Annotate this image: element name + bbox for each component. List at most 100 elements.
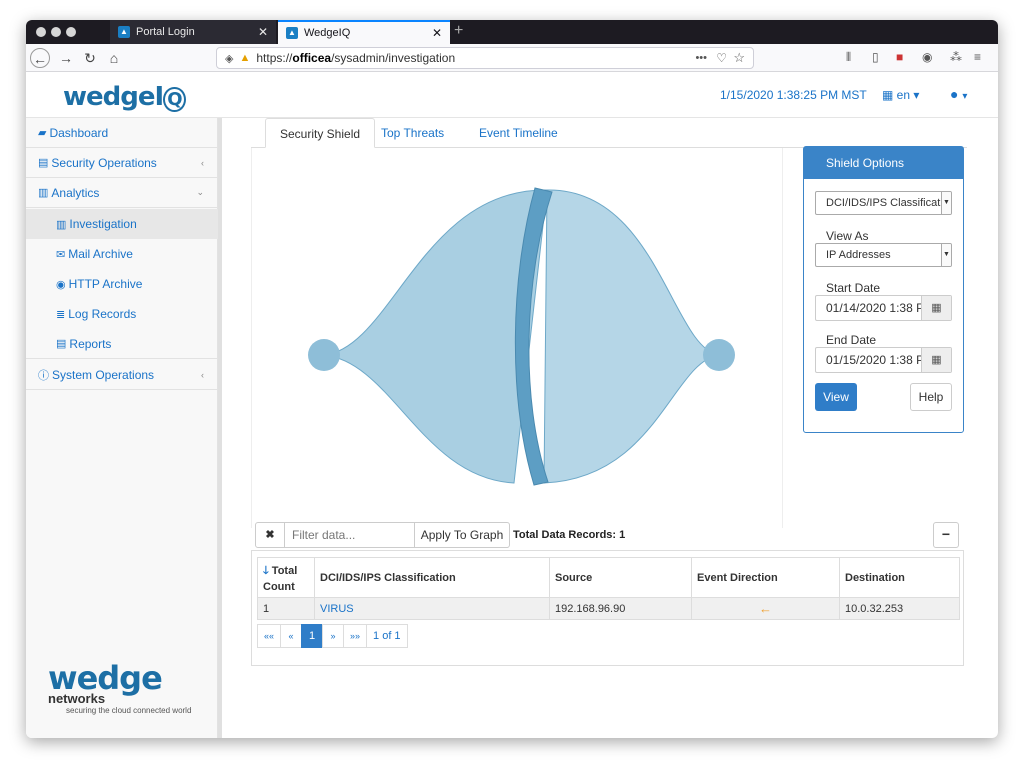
sidebar: ▰ Dashboard ▤ Security Operations ‹ ▥ An… [26, 118, 218, 738]
help-button[interactable]: Help [910, 383, 952, 411]
flow-right-body[interactable] [543, 189, 720, 484]
wedge-favicon: ▲ [286, 27, 298, 39]
close-tab-icon[interactable]: ✕ [432, 26, 442, 40]
page-info: 1 of 1 [366, 624, 408, 648]
tab-title: Portal Login [136, 26, 195, 38]
dropdown-arrow-icon: ▼ [941, 244, 951, 266]
url-text: https://officea/sysadmin/investigation [256, 51, 456, 65]
sidebar-item-investigation[interactable]: ▥ Investigation [26, 209, 218, 239]
sidebar-item-analytics[interactable]: ▥ Analytics ⌄ [26, 178, 218, 208]
clear-filter-button[interactable]: ✖ [255, 522, 285, 548]
url-bar[interactable]: ◈ ▲ https://officea/sysadmin/investigati… [216, 47, 754, 69]
tab-title: WedgeIQ [304, 27, 351, 39]
sidebar-item-http-archive[interactable]: ◉ HTTP Archive [26, 269, 218, 299]
chevron-down-icon: ⌄ [196, 187, 204, 197]
home-icon[interactable]: ⌂ [104, 48, 124, 68]
pdf-extension-icon[interactable]: ■ [896, 50, 903, 64]
info-icon: ⓘ [38, 369, 49, 382]
shield-options-title: Shield Options [804, 147, 963, 179]
tab-event-timeline[interactable]: Event Timeline [465, 118, 572, 148]
filter-input[interactable]: Filter data... [284, 522, 415, 548]
source-node[interactable] [308, 339, 340, 371]
last-page-button[interactable]: »» [343, 624, 368, 648]
cell-count: 1 [257, 597, 315, 620]
tab-top-threats[interactable]: Top Threats [367, 118, 458, 148]
cell-destination: 10.0.32.253 [839, 597, 960, 620]
maximize-window-icon[interactable] [66, 27, 76, 37]
extensions-icon[interactable]: ⁂ [950, 50, 962, 64]
sidebar-item-label: Dashboard [49, 125, 109, 140]
start-date-input[interactable]: 01/14/2020 1:38 P ▦ [815, 295, 952, 321]
sidebar-item-label: Security Operations [51, 155, 157, 170]
column-destination[interactable]: Destination [839, 557, 960, 598]
sidebar-item-mail-archive[interactable]: ✉ Mail Archive [26, 239, 218, 269]
view-as-select[interactable]: IP Addresses ▼ [815, 243, 952, 267]
dashboard-icon: ▰ [38, 127, 47, 139]
tab-security-shield[interactable]: Security Shield [265, 118, 376, 148]
calendar-icon[interactable]: ▦ [921, 296, 951, 320]
next-page-button[interactable]: » [322, 624, 345, 648]
report-icon: ▤ [56, 338, 67, 350]
end-date-input[interactable]: 01/15/2020 1:38 P ▦ [815, 347, 952, 373]
sidebar-item-system-operations[interactable]: ⓘ System Operations ‹ [26, 360, 218, 390]
sidebar-item-log-records[interactable]: ≣ Log Records [26, 299, 218, 329]
view-button[interactable]: View [815, 383, 857, 411]
language-selector[interactable]: ▦ en ▾ [882, 88, 919, 102]
sidebar-item-reports[interactable]: ▤ Reports [26, 329, 218, 359]
end-date-label: End Date [826, 333, 877, 347]
cell-classification-link[interactable]: VIRUS [314, 597, 550, 620]
browser-tab-wedgeiq[interactable]: ▲ WedgeIQ ✕ [278, 20, 450, 44]
page-actions-icon[interactable]: ••• [695, 52, 707, 64]
sidebar-scrollbar[interactable] [218, 118, 222, 738]
classification-select[interactable]: DCI/IDS/IPS Classification ▼ [815, 191, 952, 215]
shield-icon[interactable]: ◈ [225, 52, 233, 65]
view-as-label: View As [826, 229, 869, 243]
app-header: wedgeI Q 1/15/2020 1:38:25 PM MST ▦ en ▾ … [26, 72, 998, 118]
sidebar-item-label: Analytics [51, 185, 100, 200]
close-tab-icon[interactable]: ✕ [258, 25, 268, 39]
lock-warning-icon[interactable]: ▲ [239, 52, 250, 64]
sidebar-item-label: HTTP Archive [68, 277, 143, 291]
collapse-button[interactable]: − [933, 522, 959, 548]
sidebar-item-dashboard[interactable]: ▰ Dashboard [26, 118, 218, 148]
account-icon[interactable]: ◉ [922, 50, 932, 64]
sidebar-item-label: Log Records [68, 307, 137, 321]
user-menu[interactable]: ● ▾ [950, 86, 967, 102]
column-classification[interactable]: DCI/IDS/IPS Classification [314, 557, 550, 598]
menu-icon[interactable]: ≡ [974, 50, 981, 64]
destination-node[interactable] [703, 339, 735, 371]
total-records: Total Data Records: 1 [513, 529, 626, 541]
column-event-direction[interactable]: Event Direction [691, 557, 840, 598]
pocket-icon[interactable]: ♡ [716, 51, 727, 65]
database-icon: ≣ [56, 308, 66, 321]
reload-icon[interactable]: ↻ [80, 48, 100, 68]
close-window-icon[interactable] [36, 27, 46, 37]
forward-icon[interactable]: → [56, 48, 76, 68]
current-datetime: 1/15/2020 1:38:25 PM MST [720, 88, 867, 102]
first-page-button[interactable]: «« [257, 624, 282, 648]
chevron-left-icon: ‹ [201, 369, 204, 380]
column-source[interactable]: Source [549, 557, 692, 598]
sidebar-item-label: Reports [69, 336, 112, 351]
nav-bar: ← → ↻ ⌂ ◈ ▲ https://officea/sysadmin/inv… [26, 44, 998, 72]
back-icon[interactable]: ← [30, 48, 50, 68]
prev-page-button[interactable]: « [280, 624, 303, 648]
browser-tab-portal-login[interactable]: ▲ Portal Login ✕ [110, 20, 276, 44]
calendar-icon[interactable]: ▦ [921, 348, 951, 372]
library-icon[interactable]: ⫴ [846, 50, 851, 65]
tab-bar: ▲ Portal Login ✕ ▲ WedgeIQ ✕ + [26, 20, 998, 44]
sidebar-item-security-operations[interactable]: ▤ Security Operations ‹ [26, 148, 218, 178]
new-tab-icon[interactable]: + [454, 22, 463, 40]
sidebar-toggle-icon[interactable]: ▯ [872, 50, 879, 64]
bookmark-star-icon[interactable]: ☆ [733, 50, 745, 66]
column-total-count[interactable]: 🡓 Total Count [257, 557, 315, 598]
flow-left-body[interactable] [323, 189, 548, 484]
apply-to-graph-button[interactable]: Apply To Graph [414, 522, 510, 548]
table-row[interactable]: 1 VIRUS 192.168.96.90 ← 10.0.32.253 [257, 597, 960, 620]
minimize-window-icon[interactable] [51, 27, 61, 37]
wedgeiq-logo[interactable]: wedgeI Q [63, 82, 186, 112]
table-header-row: 🡓 Total Count DCI/IDS/IPS Classification… [257, 557, 960, 598]
language-icon: ▦ [882, 88, 897, 102]
direction-arrow-icon: ← [691, 597, 840, 620]
page-1-button[interactable]: 1 [301, 624, 324, 648]
